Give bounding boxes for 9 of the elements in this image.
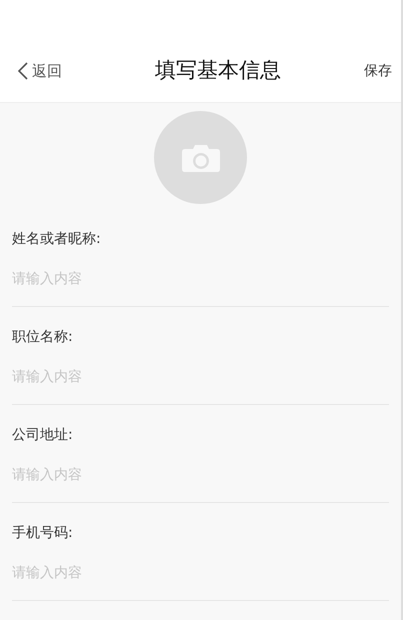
back-button[interactable]: 返回: [18, 60, 62, 82]
field-label: 手机号码:: [12, 524, 74, 543]
field-label: 职位名称:: [12, 328, 74, 347]
camera-icon: [182, 144, 220, 172]
field-label: 姓名或者昵称:: [12, 230, 102, 249]
page-title: 填写基本信息: [155, 57, 281, 84]
save-button[interactable]: 保存: [364, 60, 392, 82]
chevron-left-icon: [18, 62, 28, 80]
field-label: 公司地址:: [12, 426, 74, 445]
